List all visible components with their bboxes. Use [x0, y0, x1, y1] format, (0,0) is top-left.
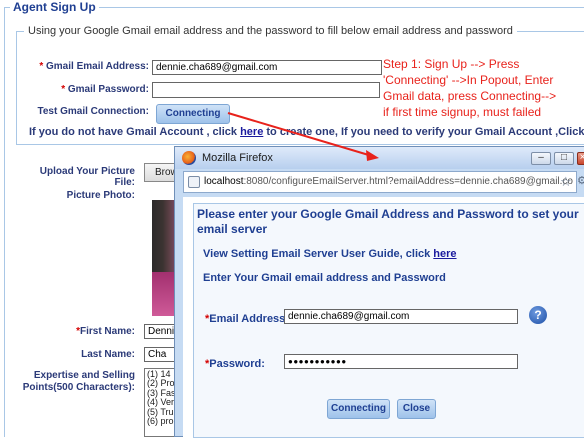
annotation-arrow-layer — [227, 112, 379, 161]
annotation-arrow — [227, 112, 373, 157]
arrow-head-icon — [366, 150, 379, 161]
